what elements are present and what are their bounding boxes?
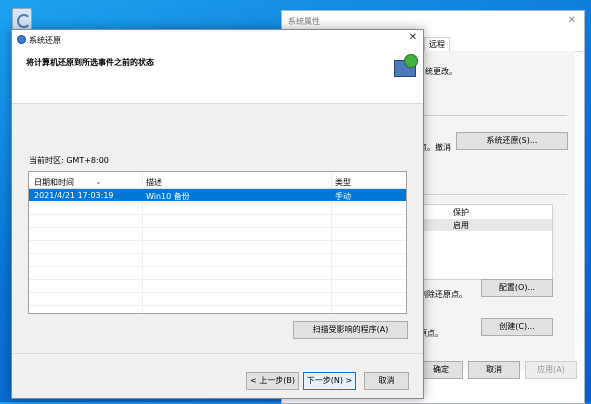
props-separator — [419, 194, 567, 195]
sort-caret-icon: ⌄ — [95, 177, 102, 186]
protection-table: 保护 启用 — [419, 204, 553, 280]
table-row[interactable]: 2021/4/21 17:03:19 Win10 备份 手动 — [29, 189, 406, 201]
protection-row[interactable]: 启用 — [420, 219, 552, 231]
cell-description: Win10 备份 — [146, 192, 190, 201]
props-cancel-button[interactable]: 取消 — [468, 361, 520, 379]
back-button[interactable]: < 上一步(B) — [246, 372, 299, 390]
props-close-icon[interactable]: ✕ — [568, 15, 576, 26]
header-divider — [12, 103, 423, 104]
protection-header: 保护 — [453, 208, 469, 217]
protection-value: 启用 — [453, 221, 469, 230]
empty-row — [29, 280, 406, 293]
create-button[interactable]: 创建(C)... — [481, 318, 553, 336]
list-header: 日期和时间 ⌄ 描述 类型 — [29, 172, 406, 189]
next-button[interactable]: 下一步(N) > — [303, 372, 356, 390]
cancel-button[interactable]: 取消 — [364, 372, 409, 390]
cell-type: 手动 — [335, 192, 351, 201]
timezone-label: 当前时区: GMT+8:00 — [29, 156, 109, 165]
restore-computer-icon — [392, 54, 418, 80]
props-text-delete: 删除还原点。 — [419, 290, 467, 299]
dialog-title: 系统还原 — [29, 36, 61, 45]
system-restore-icon — [17, 35, 26, 44]
column-description[interactable]: 描述 — [146, 177, 162, 188]
close-icon[interactable]: ✕ — [409, 32, 417, 43]
props-separator — [419, 115, 567, 116]
system-restore-dialog: 系统还原 ✕ 将计算机还原到所选事件之前的状态 当前时区: GMT+8:00 日… — [11, 29, 424, 399]
empty-row — [29, 215, 406, 228]
empty-row — [29, 267, 406, 280]
props-text-changes: 统更改。 — [425, 67, 457, 76]
tab-remote[interactable]: 远程 — [424, 37, 450, 51]
empty-row — [29, 241, 406, 254]
configure-button[interactable]: 配置(O)... — [481, 279, 553, 297]
empty-row — [29, 254, 406, 267]
cell-date: 2021/4/21 17:03:19 — [34, 191, 114, 200]
system-restore-button[interactable]: 系统还原(S)... — [456, 132, 568, 150]
column-date[interactable]: 日期和时间 — [34, 177, 74, 188]
dialog-heading: 将计算机还原到所选事件之前的状态 — [26, 58, 154, 67]
props-ok-button[interactable]: 确定 — [419, 361, 463, 379]
footer-divider — [12, 353, 423, 354]
scan-affected-programs-button[interactable]: 扫描受影响的程序(A) — [293, 321, 408, 339]
empty-row — [29, 293, 406, 306]
restore-point-list[interactable]: 日期和时间 ⌄ 描述 类型 2021/4/21 17:03:19 Win10 备… — [28, 171, 407, 314]
props-apply-button[interactable]: 应用(A) — [525, 361, 577, 379]
empty-row — [29, 228, 406, 241]
empty-row — [29, 202, 406, 215]
column-type[interactable]: 类型 — [335, 177, 351, 188]
